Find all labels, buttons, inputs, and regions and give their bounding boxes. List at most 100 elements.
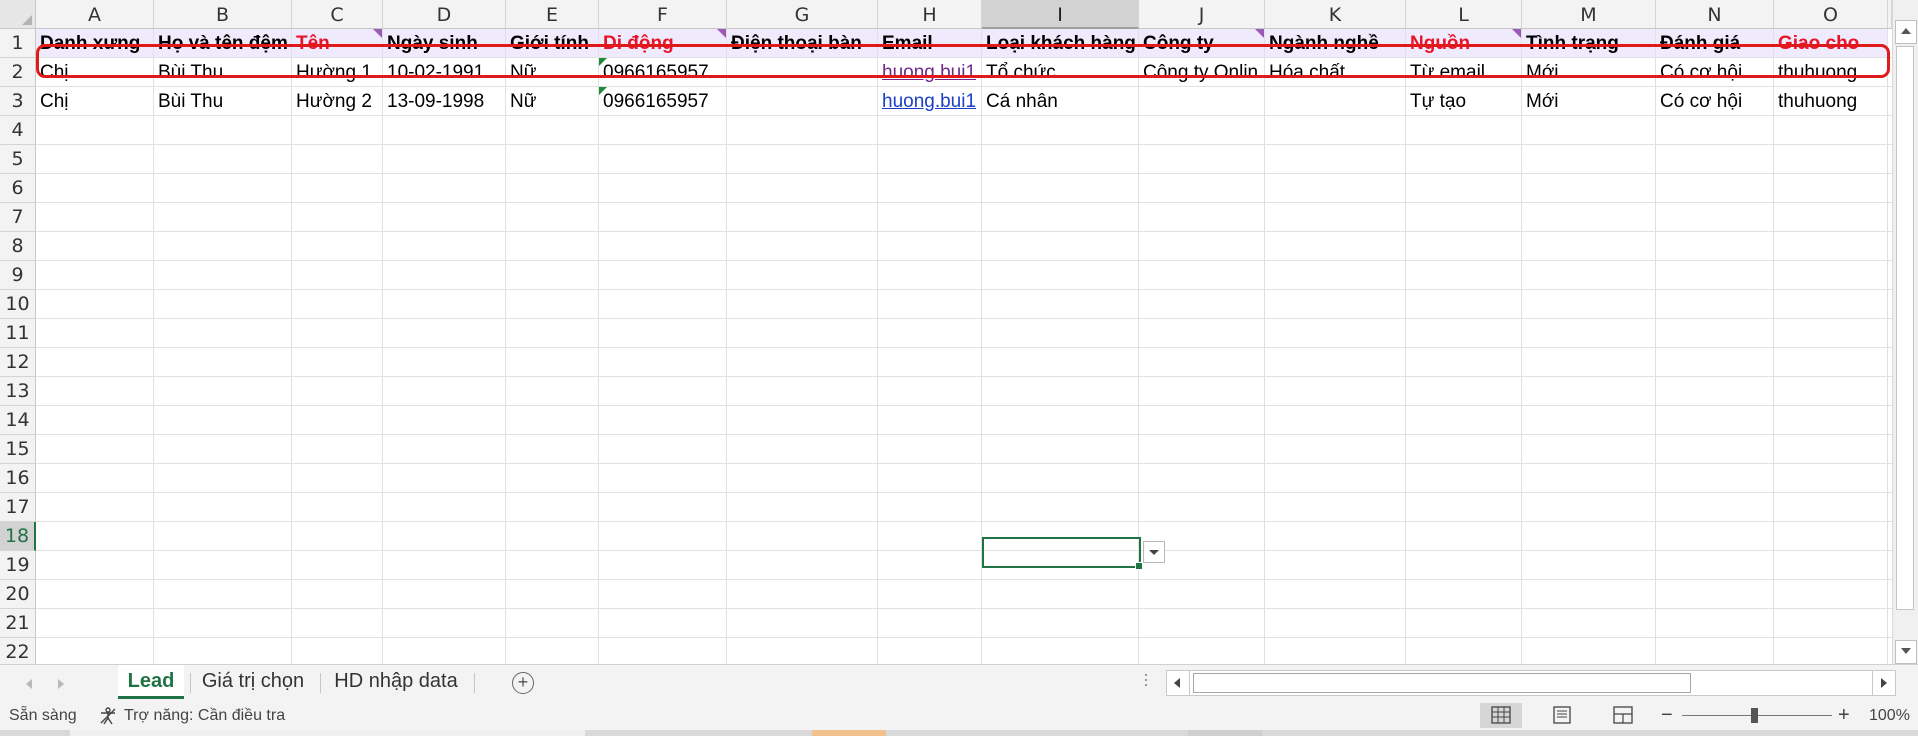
header-cell-j[interactable]: Công ty: [1139, 29, 1265, 58]
empty-cell[interactable]: [878, 261, 982, 290]
empty-cell[interactable]: [727, 464, 878, 493]
column-header-k[interactable]: K: [1265, 0, 1406, 29]
empty-cell[interactable]: [1774, 609, 1888, 638]
empty-cell[interactable]: [599, 348, 727, 377]
empty-cell[interactable]: [383, 174, 506, 203]
empty-cell[interactable]: [1522, 261, 1656, 290]
empty-cell[interactable]: [727, 580, 878, 609]
empty-cell[interactable]: [1656, 203, 1774, 232]
empty-cell[interactable]: [1774, 435, 1888, 464]
row-header-13[interactable]: 13: [0, 377, 36, 406]
empty-cell[interactable]: [982, 203, 1139, 232]
empty-cell[interactable]: [506, 261, 599, 290]
data-cell-i3[interactable]: Cá nhân: [982, 87, 1139, 116]
empty-cell[interactable]: [383, 464, 506, 493]
empty-cell[interactable]: [36, 348, 154, 377]
row-header-17[interactable]: 17: [0, 493, 36, 522]
empty-cell[interactable]: [154, 261, 292, 290]
row-header-18[interactable]: 18: [0, 522, 36, 551]
empty-cell[interactable]: [599, 290, 727, 319]
data-cell-f2[interactable]: 0966165957: [599, 58, 727, 87]
empty-cell[interactable]: [727, 232, 878, 261]
empty-cell[interactable]: [154, 551, 292, 580]
empty-cell[interactable]: [982, 145, 1139, 174]
empty-cell[interactable]: [1265, 464, 1406, 493]
empty-cell[interactable]: [292, 406, 383, 435]
number-as-text-warning-icon[interactable]: [599, 58, 607, 66]
data-validation-dropdown-button[interactable]: [1143, 541, 1165, 563]
empty-cell[interactable]: [1139, 290, 1265, 319]
empty-cell[interactable]: [727, 551, 878, 580]
empty-cell[interactable]: [982, 319, 1139, 348]
data-cell-b2[interactable]: Bùi Thu: [154, 58, 292, 87]
data-cell-d2[interactable]: 10-02-1991: [383, 58, 506, 87]
empty-cell[interactable]: [1656, 319, 1774, 348]
empty-cell[interactable]: [1406, 638, 1522, 664]
empty-cell[interactable]: [1265, 435, 1406, 464]
data-cell-g2[interactable]: [727, 58, 878, 87]
empty-cell[interactable]: [1265, 348, 1406, 377]
empty-cell[interactable]: [1265, 580, 1406, 609]
empty-cell[interactable]: [878, 116, 982, 145]
scroll-right-button[interactable]: [1872, 671, 1895, 695]
empty-cell[interactable]: [154, 638, 292, 664]
empty-cell[interactable]: [727, 319, 878, 348]
add-sheet-plus-icon[interactable]: +: [512, 672, 534, 694]
empty-cell[interactable]: [1522, 493, 1656, 522]
data-cell-k3[interactable]: [1265, 87, 1406, 116]
empty-cell[interactable]: [982, 116, 1139, 145]
header-cell-g[interactable]: Điện thoại bàn: [727, 29, 878, 58]
zoom-slider-thumb[interactable]: [1751, 708, 1758, 723]
empty-cell[interactable]: [36, 319, 154, 348]
row-header-10[interactable]: 10: [0, 290, 36, 319]
empty-cell[interactable]: [599, 493, 727, 522]
empty-cell[interactable]: [1522, 522, 1656, 551]
column-header-c[interactable]: C: [292, 0, 383, 29]
data-cell-c2[interactable]: Hường 1: [292, 58, 383, 87]
data-cell-h3[interactable]: huong.bui1: [878, 87, 982, 116]
empty-cell[interactable]: [154, 116, 292, 145]
empty-cell[interactable]: [154, 377, 292, 406]
empty-cell[interactable]: [1522, 203, 1656, 232]
empty-cell[interactable]: [1406, 551, 1522, 580]
column-header-j[interactable]: J: [1139, 0, 1265, 29]
empty-cell[interactable]: [292, 232, 383, 261]
empty-cell[interactable]: [878, 551, 982, 580]
empty-cell[interactable]: [383, 261, 506, 290]
empty-cell[interactable]: [1406, 261, 1522, 290]
empty-cell[interactable]: [727, 290, 878, 319]
empty-cell[interactable]: [1265, 609, 1406, 638]
empty-cell[interactable]: [154, 348, 292, 377]
empty-cell[interactable]: [383, 638, 506, 664]
data-cell-h2[interactable]: huong.bui1: [878, 58, 982, 87]
empty-cell[interactable]: [982, 609, 1139, 638]
row-header-12[interactable]: 12: [0, 348, 36, 377]
empty-cell[interactable]: [1139, 609, 1265, 638]
empty-cell[interactable]: [1139, 377, 1265, 406]
empty-cell[interactable]: [154, 319, 292, 348]
horizontal-scroll-thumb[interactable]: [1193, 673, 1691, 693]
sheet-tab-gia-tri-chon[interactable]: Giá trị chọn: [194, 665, 312, 699]
sheet-tab-lead[interactable]: Lead: [118, 665, 184, 699]
empty-cell[interactable]: [1406, 609, 1522, 638]
column-header-i[interactable]: I: [982, 0, 1139, 29]
horizontal-scrollbar[interactable]: [1166, 670, 1896, 696]
empty-cell[interactable]: [1522, 551, 1656, 580]
empty-cell[interactable]: [878, 464, 982, 493]
data-cell-j2[interactable]: Công ty Onlin: [1139, 58, 1265, 87]
empty-cell[interactable]: [36, 435, 154, 464]
zoom-in-button[interactable]: +: [1838, 701, 1850, 730]
empty-cell[interactable]: [982, 638, 1139, 664]
empty-cell[interactable]: [506, 290, 599, 319]
empty-cell[interactable]: [36, 261, 154, 290]
data-cell-e3[interactable]: Nữ: [506, 87, 599, 116]
empty-cell[interactable]: [506, 609, 599, 638]
empty-cell[interactable]: [1656, 145, 1774, 174]
empty-cell[interactable]: [1656, 551, 1774, 580]
column-header-d[interactable]: D: [383, 0, 506, 29]
empty-cell[interactable]: [982, 261, 1139, 290]
empty-cell[interactable]: [1774, 464, 1888, 493]
data-cell-l3[interactable]: Tự tạo: [1406, 87, 1522, 116]
empty-cell[interactable]: [1265, 116, 1406, 145]
empty-cell[interactable]: [1656, 174, 1774, 203]
